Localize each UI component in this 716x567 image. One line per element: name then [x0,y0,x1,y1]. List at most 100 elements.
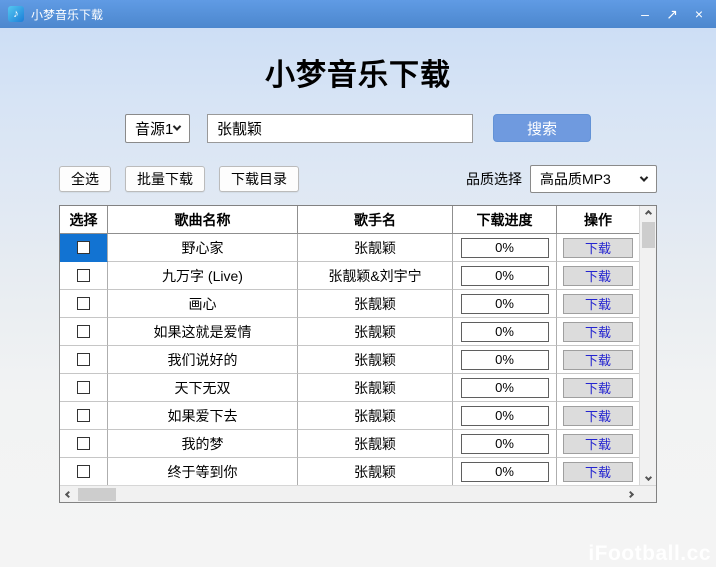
source-select[interactable]: 音源1 [125,114,190,143]
horizontal-scrollbar[interactable] [60,486,639,502]
song-name-cell: 九万字 (Live) [108,262,298,290]
search-input[interactable] [207,114,473,143]
app-window: ♪ 小梦音乐下载 – ↗ × 小梦音乐下载 音源1 搜索 全选 批量下载 下载目… [0,0,716,567]
progress-bar: 0% [461,266,549,286]
artist-name-cell: 张靓颖 [298,290,453,318]
artist-name-cell: 张靓颖 [298,318,453,346]
select-cell[interactable] [60,374,108,402]
toolbar: 全选 批量下载 下载目录 品质选择 高品质MP3 [59,165,657,192]
search-row: 音源1 搜索 [0,113,716,143]
progress-cell: 0% [453,374,557,402]
scroll-up-icon[interactable] [644,210,651,217]
download-button[interactable]: 下载 [563,462,633,482]
download-button[interactable]: 下载 [563,378,633,398]
row-checkbox[interactable] [77,465,90,478]
row-checkbox[interactable] [77,381,90,394]
download-button[interactable]: 下载 [563,350,633,370]
artist-name-cell: 张靓颖 [298,430,453,458]
row-checkbox[interactable] [77,325,90,338]
row-checkbox[interactable] [77,409,90,422]
progress-bar: 0% [461,238,549,258]
action-cell: 下载 [557,346,639,374]
chevron-down-icon [640,173,648,181]
column-header-progress: 下载进度 [453,206,557,234]
download-button[interactable]: 下载 [563,434,633,454]
action-cell: 下载 [557,234,639,262]
download-dir-button[interactable]: 下载目录 [219,166,299,192]
download-button[interactable]: 下载 [563,322,633,342]
progress-cell: 0% [453,402,557,430]
song-name-cell: 我的梦 [108,430,298,458]
action-cell: 下载 [557,402,639,430]
quality-select-value: 高品质MP3 [540,169,611,189]
minimize-button[interactable]: – [636,4,654,24]
vertical-scrollbar[interactable] [639,206,656,485]
select-cell[interactable] [60,234,108,262]
artist-name-cell: 张靓颖 [298,374,453,402]
table-row: 终于等到你 张靓颖 0% 下载 [60,458,639,485]
select-cell[interactable] [60,262,108,290]
action-cell: 下载 [557,290,639,318]
progress-cell: 0% [453,458,557,485]
scroll-down-icon[interactable] [644,474,651,481]
download-button[interactable]: 下载 [563,238,633,258]
batch-download-button[interactable]: 批量下载 [125,166,205,192]
song-name-cell: 野心家 [108,234,298,262]
table-row: 天下无双 张靓颖 0% 下载 [60,374,639,402]
song-name-cell: 如果爱下去 [108,402,298,430]
quality-select[interactable]: 高品质MP3 [530,165,657,193]
column-header-song: 歌曲名称 [108,206,298,234]
select-cell[interactable] [60,402,108,430]
action-cell: 下载 [557,374,639,402]
source-select-value: 音源1 [135,118,173,139]
row-checkbox[interactable] [77,437,90,450]
quality-label: 品质选择 [466,169,522,189]
download-button[interactable]: 下载 [563,406,633,426]
column-header-action: 操作 [557,206,639,234]
select-cell[interactable] [60,290,108,318]
artist-name-cell: 张靓颖 [298,458,453,485]
song-name-cell: 我们说好的 [108,346,298,374]
progress-bar: 0% [461,294,549,314]
progress-cell: 0% [453,290,557,318]
progress-bar: 0% [461,434,549,454]
select-cell[interactable] [60,318,108,346]
progress-bar: 0% [461,350,549,370]
song-name-cell: 画心 [108,290,298,318]
download-button[interactable]: 下载 [563,294,633,314]
table-row: 野心家 张靓颖 0% 下载 [60,234,639,262]
action-cell: 下载 [557,262,639,290]
table-row: 我的梦 张靓颖 0% 下载 [60,430,639,458]
horizontal-scroll-thumb[interactable] [78,488,116,501]
progress-cell: 0% [453,346,557,374]
maximize-button[interactable]: ↗ [663,4,681,24]
row-checkbox[interactable] [77,241,90,254]
song-name-cell: 如果这就是爱情 [108,318,298,346]
table-row: 九万字 (Live) 张靓颖&刘宇宁 0% 下载 [60,262,639,290]
row-checkbox[interactable] [77,269,90,282]
vertical-scroll-thumb[interactable] [642,222,655,248]
progress-bar: 0% [461,406,549,426]
row-checkbox[interactable] [77,353,90,366]
table-row: 我们说好的 张靓颖 0% 下载 [60,346,639,374]
column-header-select: 选择 [60,206,108,234]
progress-bar: 0% [461,322,549,342]
select-cell[interactable] [60,346,108,374]
column-header-artist: 歌手名 [298,206,453,234]
select-all-button[interactable]: 全选 [59,166,111,192]
scroll-right-icon[interactable] [627,490,634,497]
close-button[interactable]: × [690,4,708,24]
progress-cell: 0% [453,430,557,458]
download-button[interactable]: 下载 [563,266,633,286]
select-cell[interactable] [60,458,108,485]
scroll-left-icon[interactable] [65,490,72,497]
artist-name-cell: 张靓颖 [298,234,453,262]
table-row: 画心 张靓颖 0% 下载 [60,290,639,318]
window-title: 小梦音乐下载 [31,6,636,23]
select-cell[interactable] [60,430,108,458]
horizontal-scrollbar-row [60,485,656,502]
row-checkbox[interactable] [77,297,90,310]
search-button[interactable]: 搜索 [493,114,591,142]
titlebar: ♪ 小梦音乐下载 – ↗ × [0,0,716,28]
chevron-down-icon [173,122,181,130]
